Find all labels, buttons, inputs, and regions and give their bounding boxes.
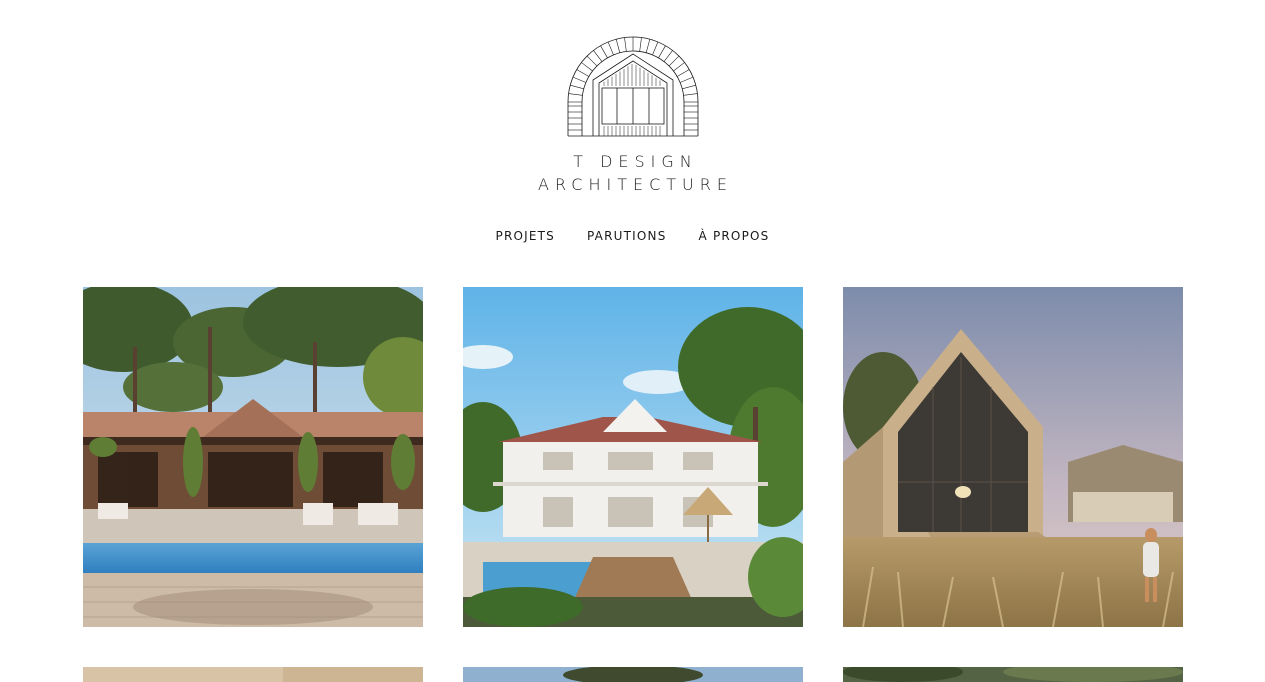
site-logo[interactable]: T DESIGN ARCHITECTURE: [0, 36, 1265, 196]
main-nav: PROJETS PARUTIONS À PROPOS: [0, 229, 1265, 243]
arched-house-logo-icon: [567, 36, 698, 137]
white-basque-villa-render: [463, 287, 803, 627]
project-thumbnail: [463, 667, 803, 682]
project-thumbnail: [843, 667, 1183, 682]
brand-name-line2: ARCHITECTURE: [538, 175, 733, 194]
villa-with-pool-render: [83, 287, 423, 627]
project-tile[interactable]: [843, 667, 1183, 682]
project-tile[interactable]: [463, 667, 803, 682]
nav-item-projets[interactable]: PROJETS: [496, 229, 556, 243]
brand-name-line1: T DESIGN: [573, 152, 698, 171]
page: T DESIGN ARCHITECTURE PROJETS PARUTIONS …: [0, 0, 1265, 682]
nav-item-a-propos[interactable]: À PROPOS: [699, 229, 770, 243]
gabled-wood-cabin-render: [843, 287, 1183, 627]
nav-item-parutions[interactable]: PARUTIONS: [587, 229, 667, 243]
project-thumbnail: [83, 667, 423, 682]
project-tile[interactable]: [843, 287, 1183, 627]
project-tile[interactable]: [83, 287, 423, 627]
project-tile[interactable]: [463, 287, 803, 627]
project-tile[interactable]: [83, 667, 423, 682]
